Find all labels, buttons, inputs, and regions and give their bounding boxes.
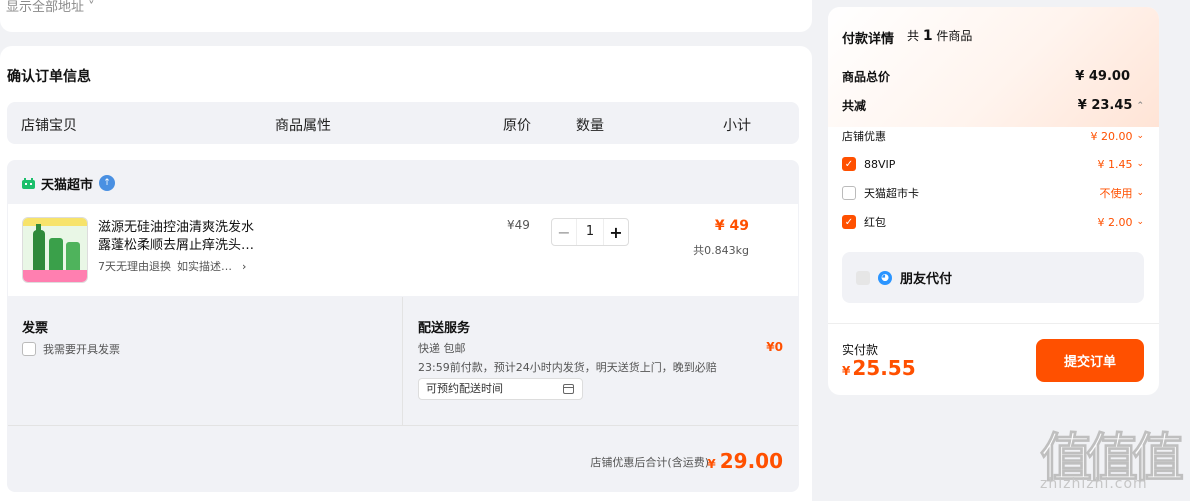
friend-pay-label: 朋友代付 [900, 272, 953, 287]
discount-amount: ¥ 23.45 [1077, 98, 1133, 113]
shop-level-badge-icon: ↑ [99, 175, 116, 191]
item-count-number: 1 [922, 28, 933, 44]
chevron-down-icon: ⌄ [1136, 131, 1144, 141]
column-header: 店铺宝贝 商品属性 原价 数量 小计 [7, 102, 799, 144]
tag-description: 如实描述… [177, 260, 232, 273]
col-subtotal: 小计 [723, 118, 751, 134]
friend-pay-checkbox[interactable] [856, 270, 870, 285]
card-option: 天猫超市卡 [842, 185, 919, 201]
chevron-right-icon: › [242, 259, 247, 273]
goods-total-row: 商品总价 ¥ 49.00 [842, 68, 1144, 85]
address-card [0, 0, 812, 32]
vip-row[interactable]: ✓ 88VIP ¥ 1.45 ⌄ [842, 157, 1144, 171]
delivery-type: 快递 包邮 [418, 342, 466, 355]
shampoo-bottles-icon [23, 218, 87, 282]
chevron-up-icon: ⌃ [1136, 100, 1144, 111]
payment-divider [828, 323, 1159, 324]
actual-pay-value: ¥25.55 [842, 356, 916, 380]
friend-pay-option[interactable]: ◕ 朋友代付 [842, 252, 1144, 303]
item-count-prefix: 共 [907, 29, 920, 43]
product-image[interactable] [22, 217, 88, 283]
actual-pay-amount: 25.55 [852, 356, 916, 380]
shop-coupon-label: 店铺优惠 [842, 130, 886, 143]
invoice-checkbox-row[interactable]: 我需要开具发票 [22, 341, 120, 357]
invoice-title: 发票 [22, 321, 49, 336]
shop-name: 天猫超市 [41, 177, 94, 193]
shop-total: ¥29.00 [707, 449, 783, 473]
delivery-time-label: 可预约配送时间 [426, 382, 503, 395]
shop-coupon-amount: ¥ 20.00 [1090, 129, 1133, 143]
card-value: 不使用 ⌄ [1099, 185, 1144, 201]
watermark-text: zhizhizhi.com [1040, 476, 1148, 492]
redpacket-amount: ¥ 2.00 [1097, 215, 1133, 229]
redpacket-label: 红包 [864, 216, 886, 229]
shop-total-currency: ¥ [707, 457, 716, 471]
redpacket-checkbox[interactable]: ✓ [842, 215, 856, 229]
total-divider [8, 425, 798, 426]
vip-amount: ¥ 1.45 [1097, 157, 1133, 171]
delivery-fee: ¥0 [766, 340, 783, 354]
shop-coupon-value: ¥ 20.00 ⌄ [1090, 130, 1144, 143]
section-divider [402, 297, 403, 425]
decrement-button[interactable]: − [552, 219, 576, 245]
original-price: ¥49 [507, 218, 530, 232]
delivery-description: 23:59前付款，预计24小时内发货，明天送货上门，晚到必赔 [418, 361, 717, 374]
item-count: 共 1 件商品 [907, 27, 972, 44]
submit-order-button[interactable]: 提交订单 [1036, 339, 1144, 382]
shop-coupon-row[interactable]: 店铺优惠 ¥ 20.00 ⌄ [842, 128, 1144, 144]
shop-total-label: 店铺优惠后合计(含运费) [590, 456, 709, 469]
delivery-title: 配送服务 [418, 321, 471, 336]
increment-button[interactable]: + [604, 219, 628, 245]
col-original-price: 原价 [503, 118, 531, 134]
shop-total-amount: 29.00 [719, 449, 783, 473]
product-title-link[interactable]: 滋源无硅油控油清爽洗发水露蓬松柔顺去屑止痒洗头… [98, 219, 258, 255]
redpacket-value: ¥ 2.00 ⌄ [1097, 216, 1144, 229]
invoice-option-label: 我需要开具发票 [43, 343, 120, 356]
show-all-label: 显示全部地址 [6, 0, 85, 15]
col-shop-items: 店铺宝贝 [21, 118, 77, 134]
payment-panel [828, 7, 1159, 395]
payment-title: 付款详情 [842, 32, 895, 47]
discount-row[interactable]: 共减 ¥ 23.45 ⌃ [842, 97, 1144, 114]
chevron-down-icon: ⌄ [1136, 217, 1144, 227]
actual-pay-currency: ¥ [842, 364, 851, 378]
invoice-checkbox[interactable] [22, 342, 36, 356]
card-status: 不使用 [1099, 187, 1133, 200]
goods-total-value: ¥ 49.00 [1075, 69, 1130, 84]
discount-value: ¥ 23.45 ⌃ [1078, 98, 1144, 113]
item-weight: 共0.843kg [693, 244, 749, 257]
card-label: 天猫超市卡 [864, 187, 919, 200]
product-service-tags[interactable]: 7天无理由退换 如实描述… › [98, 258, 246, 274]
goods-total-label: 商品总价 [842, 70, 891, 84]
tag-return: 7天无理由退换 [98, 260, 171, 273]
discount-label: 共减 [842, 99, 867, 113]
card-row[interactable]: 天猫超市卡 不使用 ⌄ [842, 185, 1144, 201]
card-checkbox[interactable] [842, 186, 856, 200]
redpacket-row[interactable]: ✓ 红包 ¥ 2.00 ⌄ [842, 214, 1144, 230]
col-quantity: 数量 [576, 118, 604, 134]
col-attributes: 商品属性 [275, 118, 331, 134]
chevron-down-icon: ⌄ [1136, 188, 1144, 198]
friend-pay-icon: ◕ [878, 270, 892, 285]
calendar-icon [563, 384, 574, 394]
tmall-logo-icon [22, 177, 35, 189]
item-subtotal: ¥ 49 [714, 218, 749, 234]
chevron-down-icon: ˅ [84, 0, 95, 15]
quantity-value[interactable]: 1 [576, 219, 604, 245]
vip-label: 88VIP [864, 157, 896, 171]
delivery-time-picker[interactable]: 可预约配送时间 [418, 378, 583, 400]
chevron-down-icon: ⌄ [1136, 159, 1144, 169]
vip-option: ✓ 88VIP [842, 157, 895, 171]
quantity-stepper[interactable]: − 1 + [551, 218, 629, 246]
show-all-address-link[interactable]: 显示全部地址 ˅ [6, 0, 95, 15]
vip-value: ¥ 1.45 ⌄ [1097, 158, 1144, 171]
order-title: 确认订单信息 [7, 69, 91, 85]
vip-checkbox[interactable]: ✓ [842, 157, 856, 171]
shop-header[interactable]: 天猫超市 ↑ [22, 174, 116, 193]
redpacket-option: ✓ 红包 [842, 214, 886, 230]
item-count-suffix: 件商品 [936, 29, 973, 43]
